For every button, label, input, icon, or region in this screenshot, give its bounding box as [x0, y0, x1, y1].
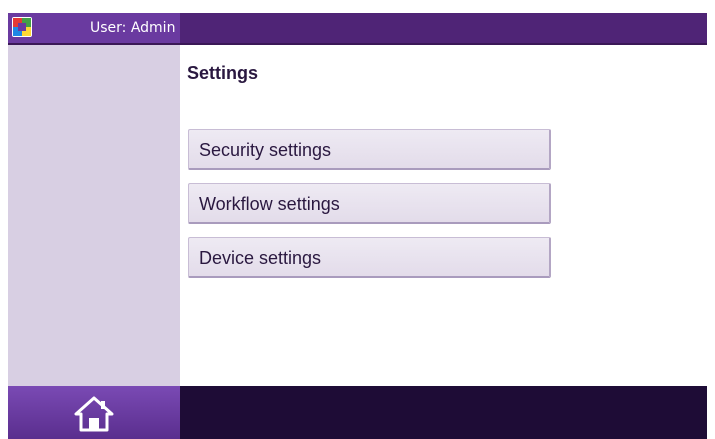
- sidebar: [8, 45, 180, 386]
- bottom-bar: [8, 386, 707, 439]
- page-title: Settings: [187, 63, 259, 83]
- main-content: Settings Security settings Workflow sett…: [180, 45, 707, 386]
- top-bar: User: Admin: [8, 13, 707, 44]
- home-icon: [74, 396, 114, 432]
- user-label: User: Admin: [90, 20, 176, 36]
- workflow-settings-button[interactable]: Workflow settings: [188, 183, 551, 224]
- security-settings-button[interactable]: Security settings: [188, 129, 551, 170]
- device-settings-button[interactable]: Device settings: [188, 237, 551, 278]
- color-logo-icon: [12, 17, 32, 37]
- top-bar-user-area: User: Admin: [8, 13, 180, 44]
- home-button[interactable]: [8, 386, 180, 439]
